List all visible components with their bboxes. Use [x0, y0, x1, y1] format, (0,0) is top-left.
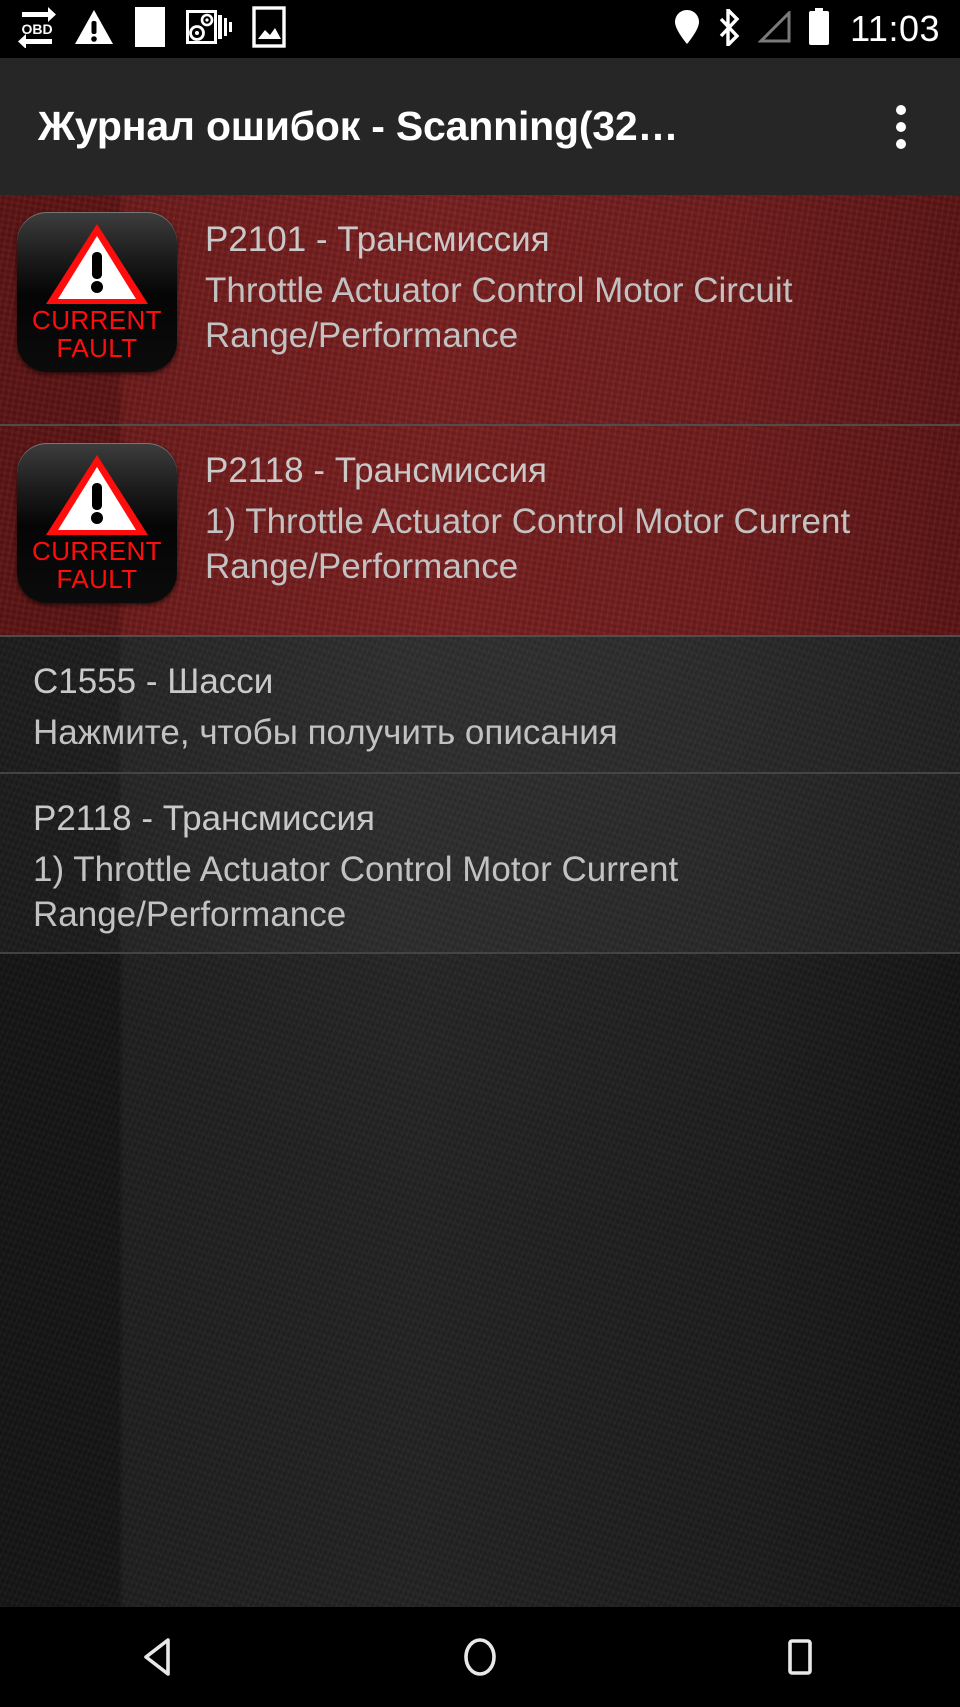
battery-icon	[808, 7, 830, 51]
fault-code: P2118 - Трансмиссия	[33, 799, 376, 838]
list-item[interactable]: CURRENT FAULT P2101 - Трансмиссия Thrott…	[0, 195, 960, 424]
nav-home-button[interactable]	[410, 1607, 550, 1707]
dual-gauge-icon	[186, 7, 234, 52]
overflow-dot	[896, 121, 906, 132]
fault-description: 1) Throttle Actuator Control Motor Curre…	[33, 850, 679, 934]
fault-code: C1555 - Шасси	[33, 662, 274, 701]
list-item-text: P2118 - Трансмиссия 1) Throttle Actuator…	[0, 774, 960, 961]
fault-badge-line2: FAULT	[56, 563, 138, 594]
signal-icon	[757, 8, 792, 48]
recents-square-icon	[788, 1639, 812, 1675]
fault-badge-line2: FAULT	[56, 332, 138, 363]
list-background-lower	[0, 952, 960, 1607]
bluetooth-icon	[716, 8, 742, 51]
location-pin-icon	[674, 9, 700, 50]
overflow-dot	[896, 104, 906, 115]
fault-list[interactable]: CURRENT FAULT P2101 - Трансмиссия Thrott…	[0, 195, 960, 1607]
overflow-menu-button[interactable]	[864, 58, 960, 195]
svg-text:OBD: OBD	[21, 21, 52, 37]
system-navigation-bar	[0, 1607, 960, 1707]
status-bar-clock: 11:03	[850, 8, 940, 49]
fault-description: Нажмите, чтобы получить описания	[33, 713, 618, 752]
fault-badge-line1: CURRENT	[32, 536, 162, 566]
app-bar: Журнал ошибок - Scanning(32…	[0, 58, 960, 195]
list-item[interactable]: P2118 - Трансмиссия 1) Throttle Actuator…	[0, 774, 960, 952]
list-divider	[0, 952, 960, 954]
nav-back-button[interactable]	[90, 1607, 230, 1707]
home-circle-icon	[464, 1638, 496, 1676]
nav-recents-button[interactable]	[730, 1607, 870, 1707]
overflow-dot	[896, 138, 906, 149]
list-item-text: P2118 - Трансмиссия 1) Throttle Actuator…	[177, 426, 960, 613]
page-title: Журнал ошибок - Scanning(32…	[38, 103, 679, 149]
status-bar-system-icons: 11:03	[674, 7, 960, 51]
current-fault-badge: CURRENT FAULT	[17, 443, 177, 603]
list-item[interactable]: C1555 - Шасси Нажмите, чтобы получить оп…	[0, 637, 960, 772]
fault-badge-line1: CURRENT	[32, 305, 162, 335]
current-fault-badge: CURRENT FAULT	[17, 212, 177, 372]
list-item-text: P2101 - Трансмиссия Throttle Actuator Co…	[177, 195, 960, 382]
phone-screen: OBD 11:03 Журнал ошибок - Scanning(32… C…	[0, 0, 960, 1707]
obd-sync-icon: OBD	[18, 6, 56, 53]
fault-description: 1) Throttle Actuator Control Motor Curre…	[205, 502, 851, 586]
image-icon	[252, 5, 286, 53]
status-bar-notification-icons: OBD	[0, 5, 286, 53]
back-triangle-icon	[144, 1638, 170, 1676]
fault-code: P2101 - Трансмиссия	[205, 220, 550, 259]
warning-triangle-icon	[46, 455, 148, 535]
warning-triangle-icon	[74, 8, 114, 51]
warning-triangle-icon	[46, 224, 148, 304]
list-item[interactable]: CURRENT FAULT P2118 - Трансмиссия 1) Thr…	[0, 426, 960, 635]
fault-code: P2118 - Трансмиссия	[205, 451, 548, 490]
blank-page-icon	[132, 6, 168, 53]
status-bar: OBD 11:03	[0, 0, 960, 58]
fault-description: Throttle Actuator Control Motor Circuit …	[205, 271, 793, 355]
list-item-text: C1555 - Шасси Нажмите, чтобы получить оп…	[0, 637, 960, 779]
